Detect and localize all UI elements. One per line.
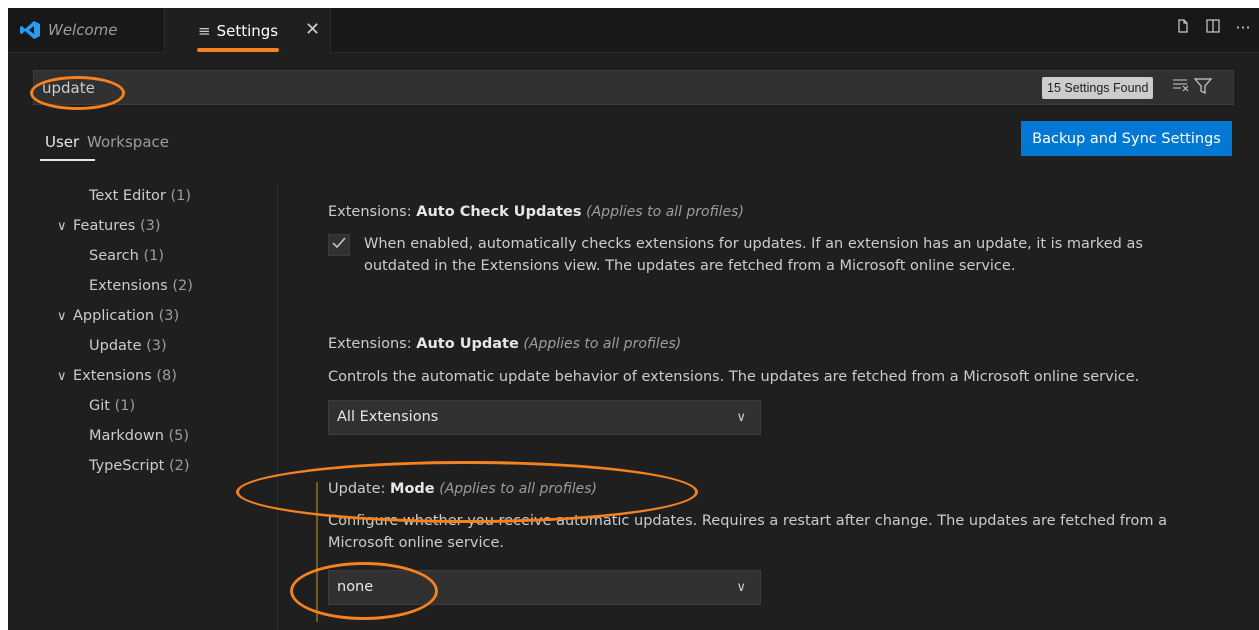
settings-window: Welcome ≡ Settings ✕ ··· 15 Settings Fou… xyxy=(8,8,1259,630)
tab-user[interactable]: User xyxy=(45,133,79,151)
toc-item-application[interactable]: ∨ Application (3) xyxy=(57,308,179,324)
settings-search-box: 15 Settings Found xyxy=(33,70,1234,105)
toc-item-update[interactable]: Update (3) xyxy=(89,338,167,354)
split-editor-icon[interactable] xyxy=(1203,18,1223,38)
toc-item-git[interactable]: Git (1) xyxy=(89,398,135,414)
chevron-down-icon: ∨ xyxy=(57,369,67,384)
annotation-circle-update-mode xyxy=(236,461,698,523)
toc-item-extensions-features[interactable]: Extensions (2) xyxy=(89,278,193,294)
results-count-badge: 15 Settings Found xyxy=(1042,77,1154,99)
check-icon xyxy=(332,237,346,249)
tab-bar: Welcome ≡ Settings ✕ ··· xyxy=(8,8,1259,53)
active-tab-indicator xyxy=(40,159,95,161)
annotation-underline xyxy=(197,48,279,52)
editor-actions: ··· xyxy=(1173,18,1253,38)
toc-item-extensions[interactable]: ∨ Extensions (8) xyxy=(57,368,177,384)
vscode-logo-icon xyxy=(20,21,40,39)
setting-desc-auto-check-updates: When enabled, automatically checks exten… xyxy=(364,236,1143,274)
settings-search-input[interactable] xyxy=(40,76,944,100)
tab-welcome[interactable]: Welcome xyxy=(8,8,165,52)
clear-filter-icon[interactable] xyxy=(1172,77,1190,98)
toc-item-markdown[interactable]: Markdown (5) xyxy=(89,428,189,444)
settings-list-icon: ≡ xyxy=(198,21,211,40)
auto-check-updates-checkbox[interactable] xyxy=(328,234,350,256)
toc-item-typescript[interactable]: TypeScript (2) xyxy=(89,458,190,474)
auto-update-select[interactable]: All Extensions ∨ xyxy=(328,400,761,435)
filter-icon[interactable] xyxy=(1193,77,1213,100)
tab-settings-label: Settings xyxy=(216,21,279,40)
backup-and-sync-button[interactable]: Backup and Sync Settings xyxy=(1021,121,1232,156)
setting-title-auto-check-updates: Extensions: Auto Check Updates (Applies … xyxy=(328,204,744,220)
chevron-down-icon: ∨ xyxy=(736,580,746,595)
annotation-circle-search xyxy=(30,76,125,110)
chevron-down-icon: ∨ xyxy=(736,410,746,425)
tab-workspace[interactable]: Workspace xyxy=(87,133,169,151)
more-actions-icon[interactable]: ··· xyxy=(1233,18,1253,38)
toc-item-text-editor[interactable]: Text Editor (1) xyxy=(89,188,191,204)
toc-item-features[interactable]: ∨ Features (3) xyxy=(57,218,161,234)
toc-item-search[interactable]: Search (1) xyxy=(89,248,164,264)
chevron-down-icon: ∨ xyxy=(57,309,67,324)
chevron-down-icon: ∨ xyxy=(57,219,67,234)
open-json-icon[interactable] xyxy=(1173,18,1193,38)
setting-title-auto-update: Extensions: Auto Update (Applies to all … xyxy=(328,336,682,352)
close-tab-icon[interactable]: ✕ xyxy=(305,19,320,40)
toc-divider xyxy=(277,183,278,630)
tab-settings[interactable]: ≡ Settings ✕ xyxy=(165,8,331,53)
annotation-circle-none xyxy=(290,562,438,620)
tab-welcome-label: Welcome xyxy=(48,21,118,39)
setting-desc-auto-update: Controls the automatic update behavior o… xyxy=(328,369,1140,385)
